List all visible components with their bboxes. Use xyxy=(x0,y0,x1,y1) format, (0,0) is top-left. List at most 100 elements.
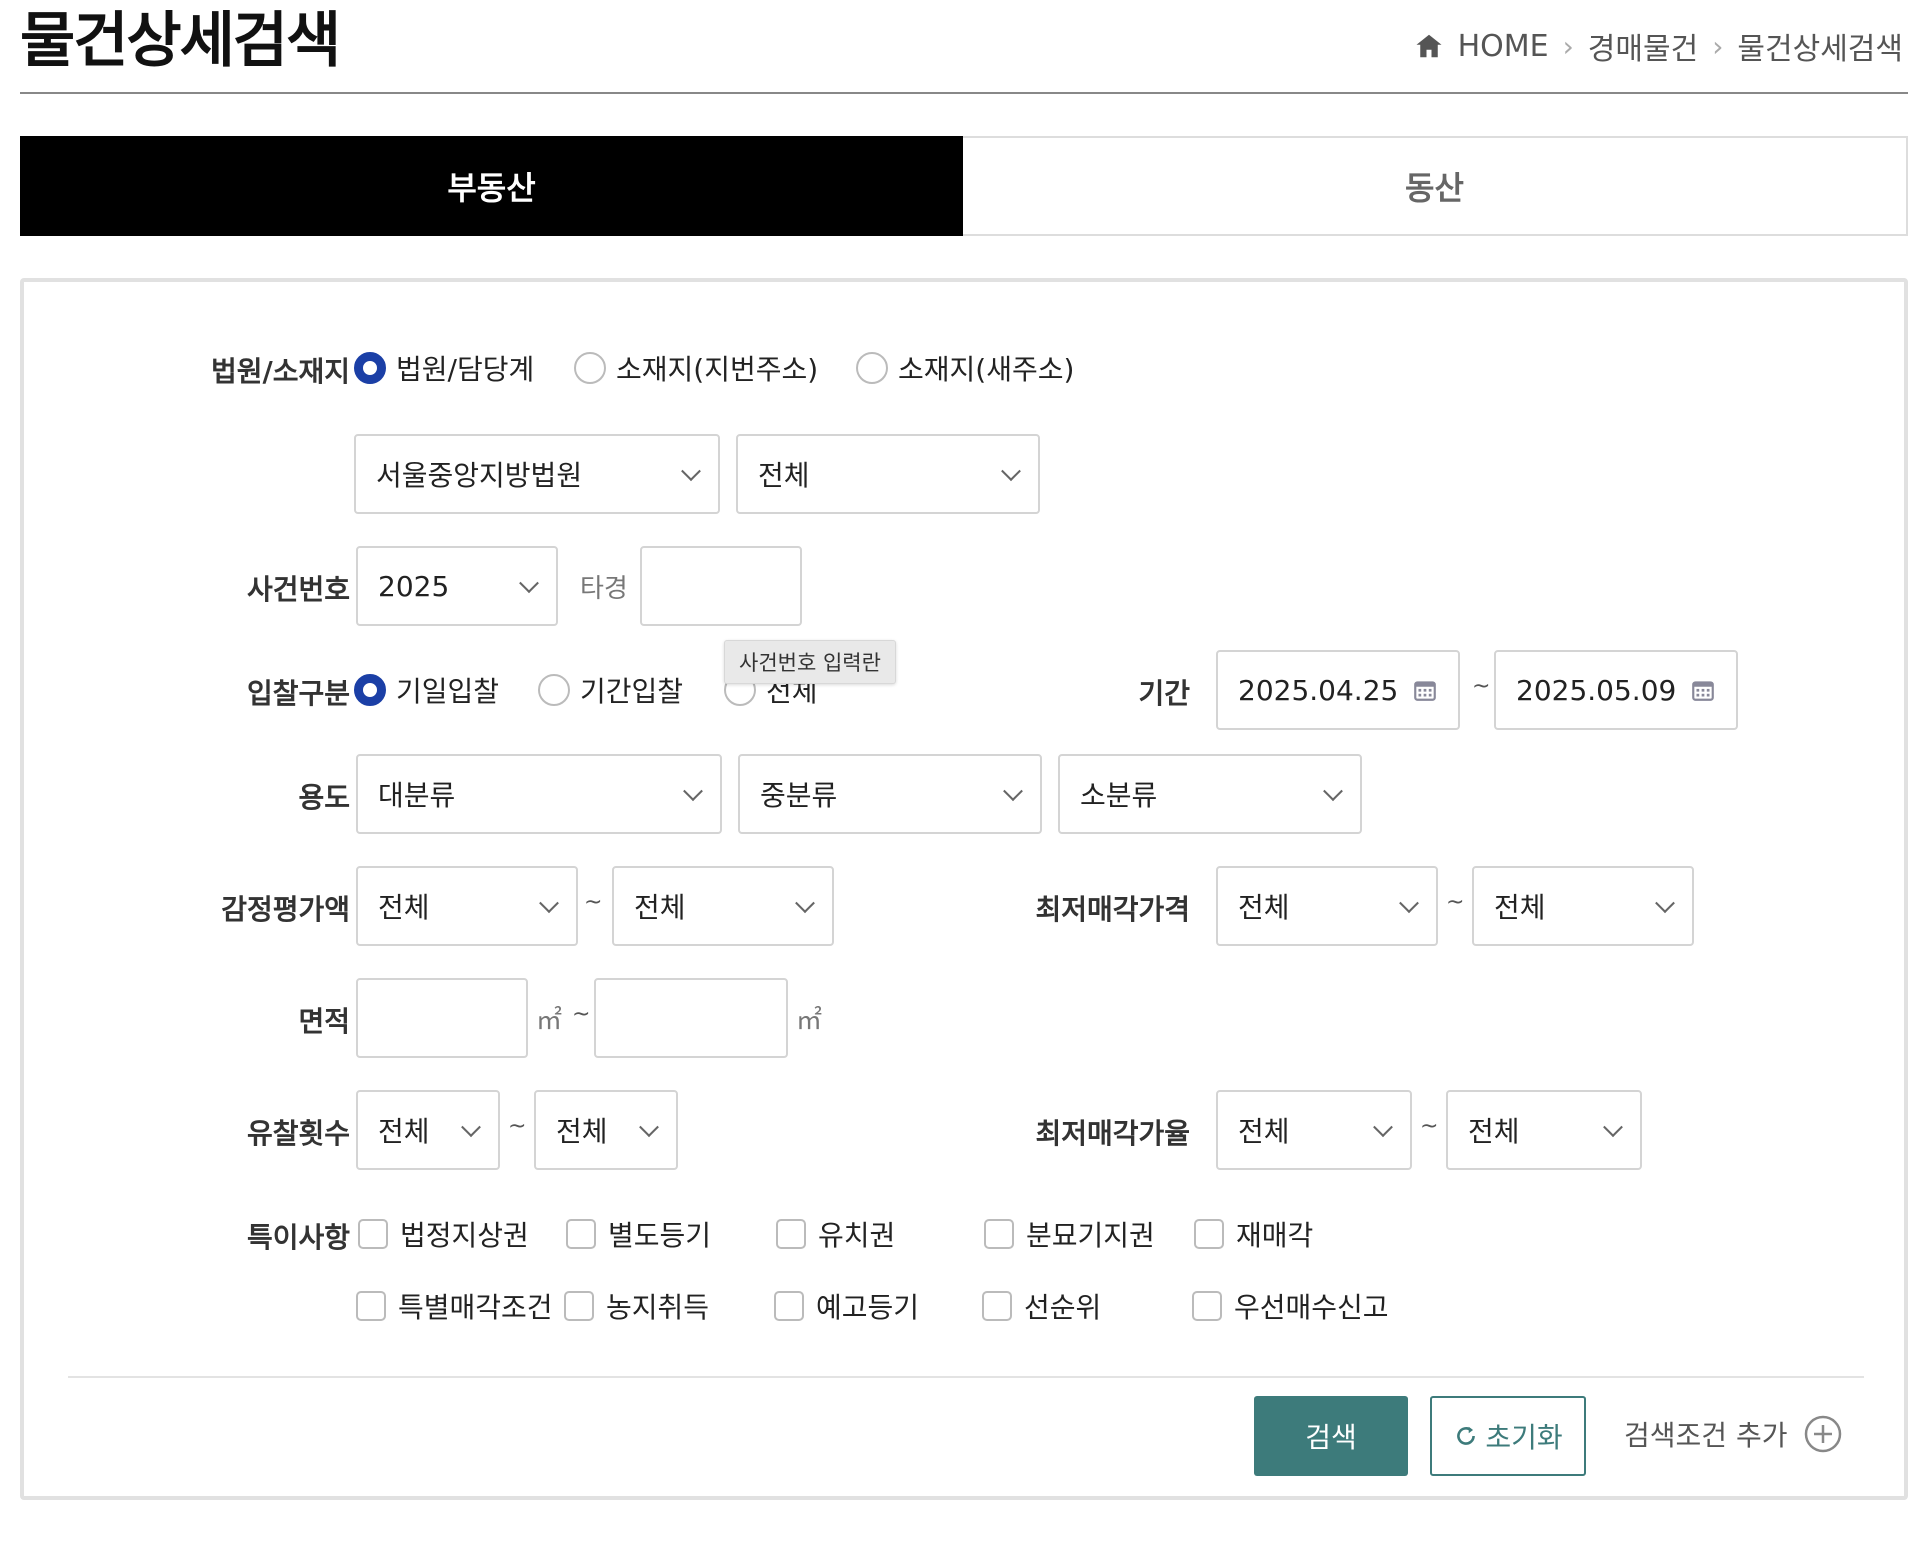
select-value: 전체 xyxy=(378,1115,430,1148)
fail-count-from-select[interactable]: 전체 xyxy=(356,1090,500,1170)
appraisal-to-select[interactable]: 전체 xyxy=(612,866,834,946)
chevron-down-icon xyxy=(639,1117,659,1138)
usage-minor-select[interactable]: 소분류 xyxy=(1058,754,1362,834)
fail-count-to-select[interactable]: 전체 xyxy=(534,1090,678,1170)
reset-button[interactable]: 초기화 xyxy=(1430,1396,1586,1476)
add-condition-button[interactable]: 검색조건 추가 xyxy=(1624,1414,1843,1454)
court-select[interactable]: 서울중앙지방법원 xyxy=(354,434,720,514)
radio-lot-address[interactable]: 소재지(지번주소) xyxy=(574,348,818,388)
select-value: 전체 xyxy=(1494,891,1546,924)
min-price-to-select[interactable]: 전체 xyxy=(1472,866,1694,946)
tab-real-estate[interactable]: 부동산 xyxy=(20,136,963,236)
breadcrumb-home[interactable]: HOME xyxy=(1458,29,1549,64)
case-number-tooltip: 사건번호 입력란 xyxy=(724,640,896,684)
search-button[interactable]: 검색 xyxy=(1254,1396,1408,1476)
radio-label: 기간입찰 xyxy=(580,675,684,708)
area-unit: ㎡ xyxy=(796,1006,823,1036)
select-value: 전체 xyxy=(758,459,810,492)
checkbox-label: 법정지상권 xyxy=(400,1219,529,1252)
case-year-select[interactable]: 2025 xyxy=(356,546,558,626)
min-rate-from-select[interactable]: 전체 xyxy=(1216,1090,1412,1170)
calendar-icon[interactable] xyxy=(1412,677,1438,703)
radio-label: 소재지(지번주소) xyxy=(616,353,819,386)
checkbox-label: 농지취득 xyxy=(606,1291,710,1324)
appraisal-from-select[interactable]: 전체 xyxy=(356,866,578,946)
checkbox-label: 유치권 xyxy=(818,1219,896,1252)
checkbox-label: 특별매각조건 xyxy=(398,1291,553,1324)
min-rate-label: 최저매각가율 xyxy=(1035,1117,1190,1150)
chevron-down-icon xyxy=(1373,1117,1393,1138)
tab-movable-property[interactable]: 동산 xyxy=(963,136,1908,236)
select-value: 전체 xyxy=(378,891,430,924)
checkbox-icon xyxy=(564,1291,594,1321)
chevron-down-icon xyxy=(1003,781,1023,802)
radio-checked-icon xyxy=(354,352,386,384)
area-to-input[interactable] xyxy=(594,978,788,1058)
checkbox-special[interactable]: 선순위 xyxy=(982,1286,1101,1326)
checkbox-special[interactable]: 분묘기지권 xyxy=(984,1214,1155,1254)
chevron-down-icon xyxy=(461,1117,481,1138)
checkbox-special[interactable]: 우선매수신고 xyxy=(1192,1286,1389,1326)
radio-road-address[interactable]: 소재지(새주소) xyxy=(856,348,1074,388)
checkbox-label: 선순위 xyxy=(1024,1291,1102,1324)
date-value: 2025.04.25 xyxy=(1238,673,1399,707)
plus-circle-icon xyxy=(1805,1415,1842,1453)
breadcrumb: HOME › 경매물건 › 물건상세검색 xyxy=(1414,24,1903,68)
radio-checked-icon xyxy=(354,674,386,706)
chevron-down-icon xyxy=(1399,893,1419,914)
select-value: 중분류 xyxy=(760,779,838,812)
checkbox-label: 재매각 xyxy=(1236,1219,1314,1252)
checkbox-special[interactable]: 특별매각조건 xyxy=(356,1286,553,1326)
checkbox-icon xyxy=(774,1291,804,1321)
select-value: 소분류 xyxy=(1080,779,1158,812)
checkbox-icon xyxy=(984,1219,1014,1249)
breadcrumb-current: 물건상세검색 xyxy=(1737,32,1903,67)
page-title: 물건상세검색 xyxy=(20,6,341,76)
checkbox-special[interactable]: 재매각 xyxy=(1194,1214,1313,1254)
checkbox-icon xyxy=(1194,1219,1224,1249)
checkbox-label: 분묘기지권 xyxy=(1026,1219,1155,1252)
range-tilde: ~ xyxy=(508,1114,527,1139)
radio-unchecked-icon xyxy=(538,674,570,706)
case-type-text: 타경 xyxy=(580,574,628,604)
checkbox-label: 별도등기 xyxy=(608,1219,712,1252)
checkbox-special[interactable]: 농지취득 xyxy=(564,1286,709,1326)
area-from-input[interactable] xyxy=(356,978,528,1058)
radio-label: 법원/담당계 xyxy=(396,353,535,386)
dept-select[interactable]: 전체 xyxy=(736,434,1040,514)
area-unit: ㎡ xyxy=(536,1006,563,1036)
period-label: 기간 xyxy=(1138,677,1190,710)
radio-court-dept[interactable]: 법원/담당계 xyxy=(354,348,534,388)
radio-label: 기일입찰 xyxy=(396,675,500,708)
min-rate-to-select[interactable]: 전체 xyxy=(1446,1090,1642,1170)
calendar-icon[interactable] xyxy=(1690,677,1716,703)
range-tilde: ~ xyxy=(1420,1114,1439,1139)
appraisal-label: 감정평가액 xyxy=(221,893,350,926)
checkbox-special[interactable]: 유치권 xyxy=(776,1214,895,1254)
breadcrumb-auction[interactable]: 경매물건 xyxy=(1588,24,1698,68)
date-from-input[interactable]: 2025.04.25 xyxy=(1216,650,1460,730)
usage-middle-select[interactable]: 중분류 xyxy=(738,754,1042,834)
checkbox-special[interactable]: 예고등기 xyxy=(774,1286,919,1326)
home-icon[interactable] xyxy=(1414,31,1444,61)
reset-label: 초기화 xyxy=(1485,1421,1563,1454)
radio-unchecked-icon xyxy=(574,352,606,384)
checkbox-special[interactable]: 법정지상권 xyxy=(358,1214,529,1254)
radio-period-bid[interactable]: 기간입찰 xyxy=(538,670,683,710)
area-label: 면적 xyxy=(298,1005,350,1038)
actions-divider xyxy=(68,1376,1864,1378)
select-value: 전체 xyxy=(1468,1115,1520,1148)
checkbox-icon xyxy=(776,1219,806,1249)
range-tilde: ~ xyxy=(1472,674,1491,699)
usage-major-select[interactable]: 대분류 xyxy=(356,754,722,834)
checkbox-icon xyxy=(566,1219,596,1249)
case-number-input[interactable] xyxy=(640,546,802,626)
checkbox-label: 우선매수신고 xyxy=(1234,1291,1389,1324)
radio-date-bid[interactable]: 기일입찰 xyxy=(354,670,499,710)
chevron-down-icon xyxy=(1655,893,1675,914)
case-number-label: 사건번호 xyxy=(246,573,350,606)
usage-label: 용도 xyxy=(298,781,350,814)
date-to-input[interactable]: 2025.05.09 xyxy=(1494,650,1738,730)
checkbox-special[interactable]: 별도등기 xyxy=(566,1214,711,1254)
min-price-from-select[interactable]: 전체 xyxy=(1216,866,1438,946)
